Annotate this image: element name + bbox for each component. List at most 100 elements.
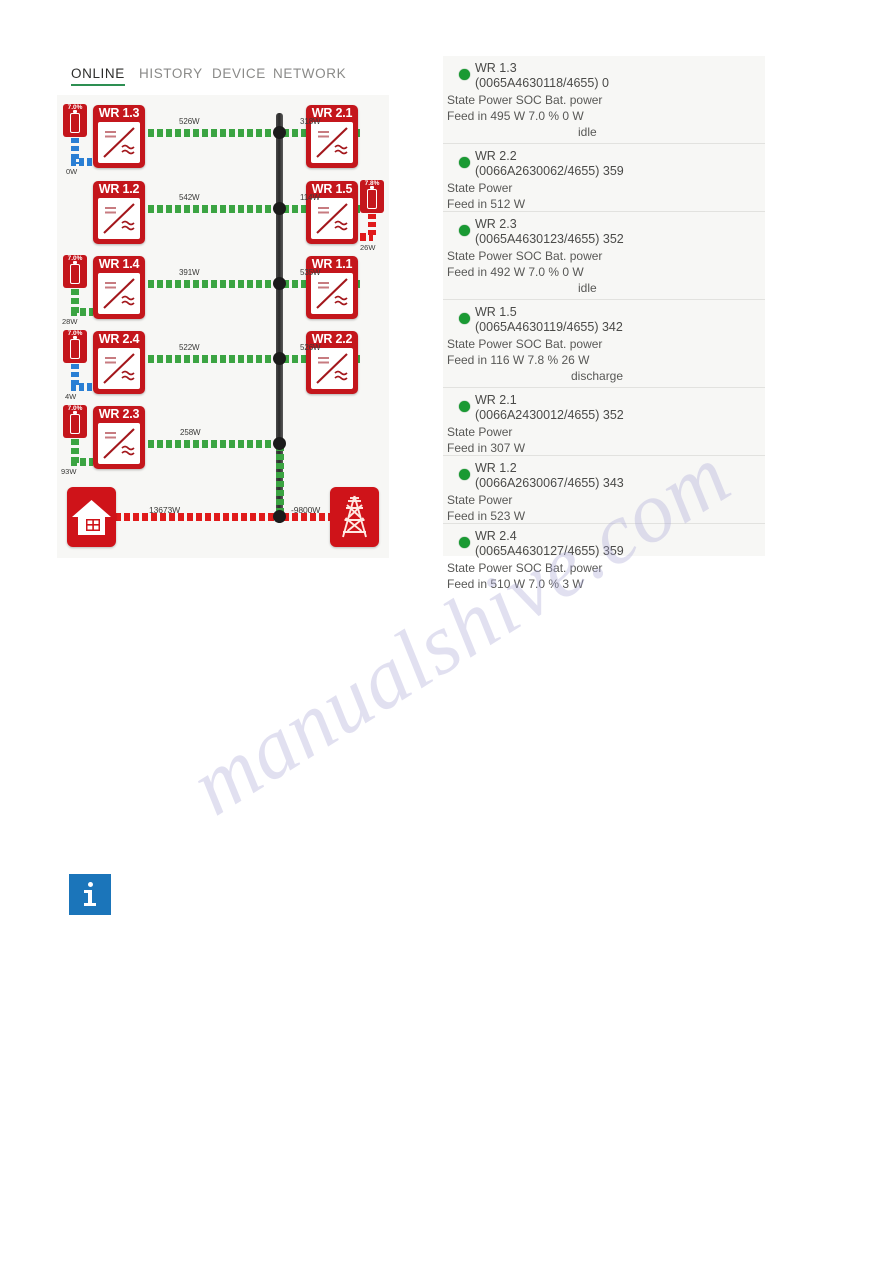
inverter-card-wr-2-3[interactable]: WR 2.3 — [93, 406, 145, 469]
device-serial: (0065A4630127/4655) 359 — [475, 544, 624, 558]
device-column-headers: State Power SOC Bat. power — [447, 249, 603, 263]
inverter-dc-ac-icon — [311, 122, 353, 163]
battery-state: idle — [578, 281, 597, 295]
status-online-icon — [459, 537, 470, 548]
status-online-icon — [459, 157, 470, 168]
device-values: Feed in 495 W 7.0 % 0 W — [447, 109, 584, 123]
device-serial: (0065A4630119/4655) 342 — [475, 320, 623, 334]
status-online-icon — [459, 313, 470, 324]
inverter-dc-ac-icon — [311, 273, 353, 314]
battery-flow-h-wr-1-4 — [71, 308, 93, 316]
page-root: ONLINE HISTORY DEVICE NETWORK WR 1.3 526… — [0, 0, 893, 1263]
power-label-row2-left: 391W — [179, 268, 200, 277]
bus-node-row4 — [273, 437, 286, 450]
device-values: Feed in 116 W 7.8 % 26 W — [447, 353, 590, 367]
info-icon — [69, 874, 111, 915]
battery-power-label-wr-1-5: 26W — [360, 243, 376, 252]
device-serial: (0066A2630067/4655) 343 — [475, 476, 624, 490]
device-list-item-wr-1-2[interactable]: WR 1.2 (0066A2630067/4655) 343 State Pow… — [443, 456, 765, 524]
device-column-headers: State Power — [447, 181, 513, 195]
battery-wr-2-4[interactable]: 7.0% — [63, 330, 87, 363]
device-values: Feed in 492 W 7.0 % 0 W — [447, 265, 584, 279]
battery-state: discharge — [571, 369, 624, 383]
device-values: Feed in 510 W 7.0 % 3 W — [447, 577, 584, 591]
status-online-icon — [459, 225, 470, 236]
grid-box[interactable] — [330, 487, 379, 547]
battery-wr-1-5[interactable]: 7.8% — [360, 180, 384, 213]
tab-history-label: HISTORY — [139, 66, 203, 81]
device-status-list[interactable]: WR 1.3 (0065A4630118/4655) 0 State Power… — [443, 56, 765, 591]
device-values: Feed in 307 W — [447, 441, 526, 455]
tab-bar: ONLINE HISTORY DEVICE NETWORK — [57, 66, 389, 96]
device-name: WR 1.3 — [475, 61, 517, 75]
device-name: WR 1.5 — [475, 305, 517, 319]
inverter-title: WR 2.3 — [98, 407, 140, 421]
battery-flow-h-wr-2-3 — [71, 458, 93, 466]
tab-device[interactable]: DEVICE — [212, 66, 266, 81]
device-list-item-wr-1-3[interactable]: WR 1.3 (0065A4630118/4655) 0 State Power… — [443, 56, 765, 144]
power-label-row0-left: 526W — [179, 117, 200, 126]
inverter-dc-ac-icon — [98, 348, 140, 389]
power-label-row1-right: 114W — [300, 193, 320, 202]
house-icon — [72, 500, 111, 535]
battery-wr-1-4[interactable]: 7.0% — [63, 255, 87, 288]
inverter-card-wr-1-3[interactable]: WR 1.3 — [93, 105, 145, 168]
tab-online[interactable]: ONLINE — [71, 66, 125, 86]
device-name: WR 2.1 — [475, 393, 517, 407]
info-icon-base — [84, 903, 96, 906]
tab-active-underline — [71, 83, 125, 86]
inverter-dc-ac-icon — [98, 122, 140, 163]
flow-line-wr-2-3-to-bus — [148, 440, 274, 448]
device-list-item-wr-2-2[interactable]: WR 2.2 (0066A2630062/4655) 359 State Pow… — [443, 144, 765, 212]
battery-wr-2-3[interactable]: 7.0% — [63, 405, 87, 438]
flow-line-wr-1-2-to-bus — [148, 205, 274, 213]
house-load-box[interactable] — [67, 487, 116, 547]
battery-power-label-wr-2-3: 93W — [61, 467, 77, 476]
flow-line-bus-to-grid-node — [276, 445, 284, 518]
grid-node — [273, 510, 286, 523]
bus-node-row3 — [273, 352, 286, 365]
inverter-card-wr-1-4[interactable]: WR 1.4 — [93, 256, 145, 319]
device-name: WR 2.3 — [475, 217, 517, 231]
device-values: Feed in 512 W — [447, 197, 526, 211]
tab-history[interactable]: HISTORY — [139, 66, 203, 81]
device-column-headers: State Power — [447, 493, 513, 507]
inverter-title: WR 1.4 — [98, 257, 140, 271]
device-list-item-wr-2-1[interactable]: WR 2.1 (0066A2430012/4655) 352 State Pow… — [443, 388, 765, 456]
status-online-icon — [459, 469, 470, 480]
inverter-title: WR 2.4 — [98, 332, 140, 346]
battery-wr-1-3[interactable]: 7.0% — [63, 104, 87, 137]
inverter-card-wr-2-1[interactable]: WR 2.1 — [306, 105, 358, 168]
device-name: WR 2.4 — [475, 529, 517, 543]
tab-network[interactable]: NETWORK — [273, 66, 346, 81]
device-serial: (0065A4630123/4655) 352 — [475, 232, 624, 246]
device-serial: (0065A4630118/4655) 0 — [475, 76, 609, 90]
power-label-house: 13673W — [149, 505, 181, 515]
device-column-headers: State Power — [447, 425, 513, 439]
bus-node-row2 — [273, 277, 286, 290]
device-list-item-wr-1-5[interactable]: WR 1.5 (0065A4630119/4655) 342 State Pow… — [443, 300, 765, 388]
device-list-item-wr-2-3[interactable]: WR 2.3 (0065A4630123/4655) 352 State Pow… — [443, 212, 765, 300]
inverter-title: WR 1.2 — [98, 182, 140, 196]
inverter-card-wr-1-5[interactable]: WR 1.5 — [306, 181, 358, 244]
battery-power-label-wr-1-3: 0W — [66, 167, 78, 176]
battery-flow-h-wr-2-4 — [71, 383, 93, 391]
tab-online-label: ONLINE — [71, 66, 125, 81]
tab-network-label: NETWORK — [273, 66, 347, 81]
inverter-card-wr-1-2[interactable]: WR 1.2 — [93, 181, 145, 244]
inverter-dc-ac-icon — [311, 348, 353, 389]
battery-flow-h-wr-1-3 — [71, 158, 93, 166]
inverter-card-wr-2-4[interactable]: WR 2.4 — [93, 331, 145, 394]
device-list-item-wr-2-4[interactable]: WR 2.4 (0065A4630127/4655) 359 State Pow… — [443, 524, 765, 591]
battery-cell — [70, 264, 80, 284]
power-label-row1-left: 542W — [179, 193, 200, 202]
device-name: WR 1.2 — [475, 461, 517, 475]
flow-line-house-to-grid-node — [115, 513, 274, 521]
battery-state: idle — [578, 125, 597, 139]
device-column-headers: State Power SOC Bat. power — [447, 561, 603, 575]
status-online-icon — [459, 401, 470, 412]
energy-flow-diagram: WR 1.3 526W 318W WR 2.1 7.0% 0W WR 1.2 5… — [57, 95, 389, 558]
battery-power-label-wr-1-4: 28W — [62, 317, 78, 326]
inverter-card-wr-1-1[interactable]: WR 1.1 — [306, 256, 358, 319]
inverter-card-wr-2-2[interactable]: WR 2.2 — [306, 331, 358, 394]
